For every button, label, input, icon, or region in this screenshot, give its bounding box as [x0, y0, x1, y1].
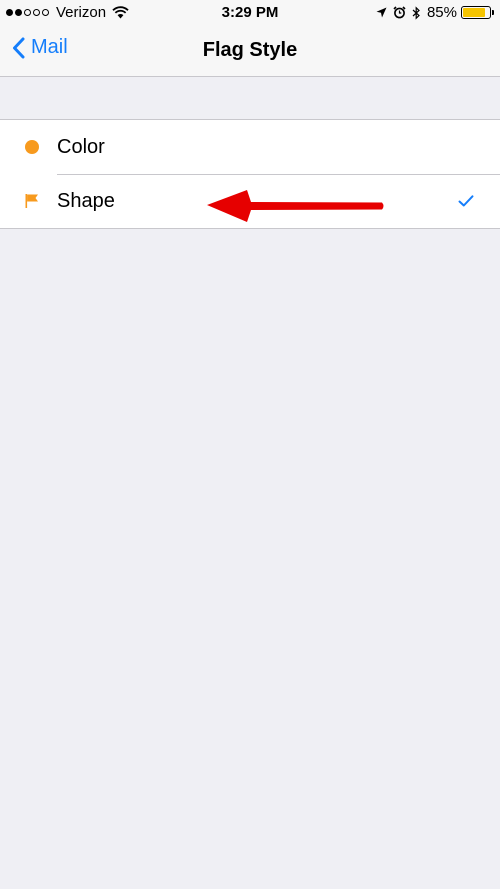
orange-dot-icon [24, 139, 40, 155]
option-color[interactable]: Color [0, 120, 500, 174]
navigation-bar: Mail Flag Style [0, 26, 500, 77]
flag-icon [24, 193, 40, 209]
battery-cap [492, 10, 494, 15]
option-label: Shape [57, 189, 115, 212]
page-title: Flag Style [202, 39, 298, 61]
color-dot [25, 140, 39, 154]
option-label: Color [57, 135, 105, 158]
annotation-arrow-icon [207, 190, 384, 222]
battery-percentage: 85% [426, 4, 457, 21]
alarm-clock-icon [393, 6, 406, 19]
battery-level-fill [463, 8, 486, 17]
battery-icon [461, 6, 491, 19]
status-bar: Verizon 3:29 PM 85% [0, 0, 500, 26]
bluetooth-icon [412, 5, 420, 20]
location-arrow-icon [376, 7, 387, 18]
checkmark-icon [458, 195, 474, 207]
status-right: 85% [376, 4, 494, 21]
